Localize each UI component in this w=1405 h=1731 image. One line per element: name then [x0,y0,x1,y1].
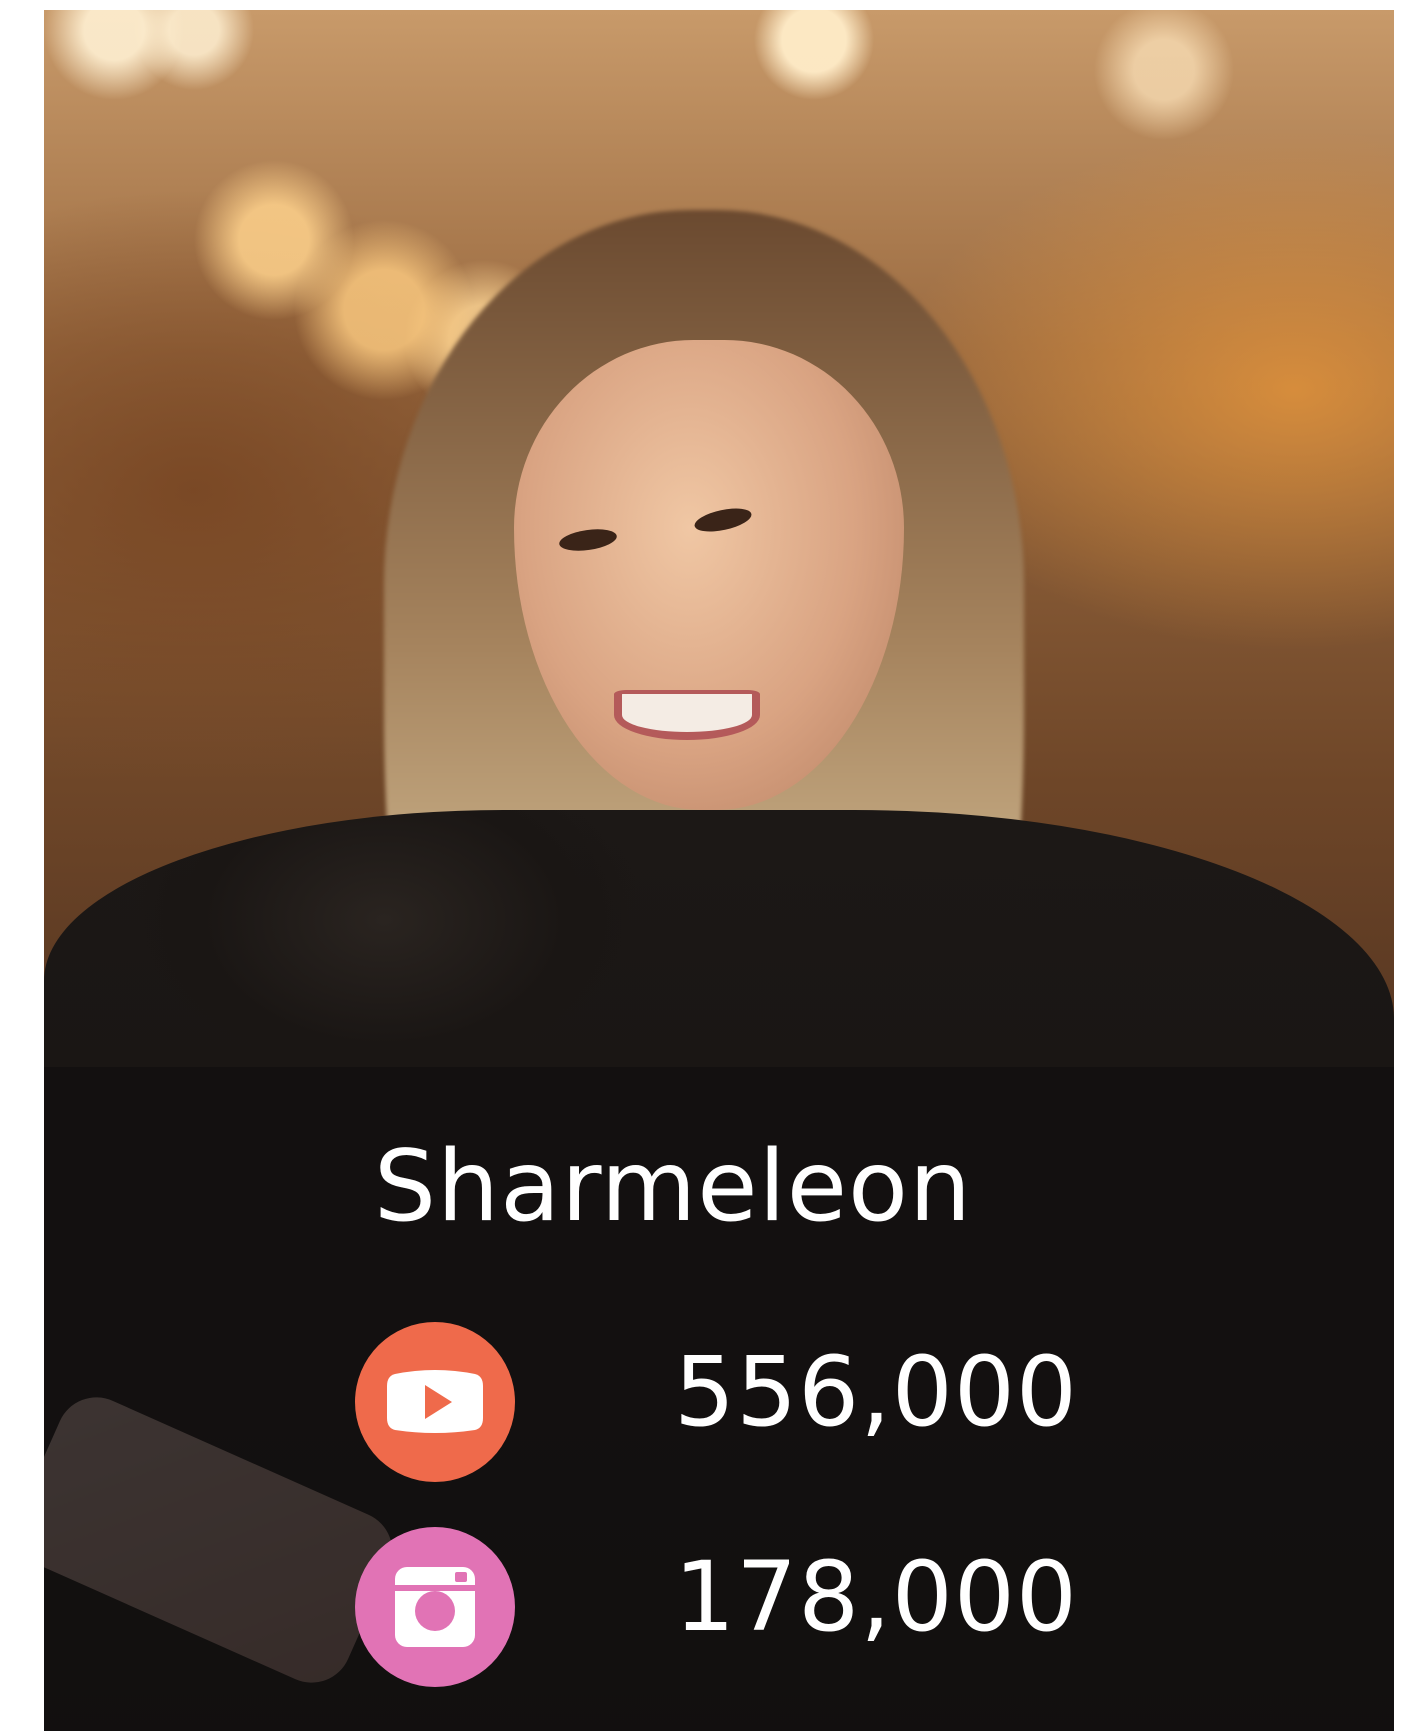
influencer-card[interactable]: Sharmeleon 556,000 178,000 [44,10,1394,1731]
influencer-name: Sharmeleon [373,1130,973,1244]
youtube-icon[interactable] [355,1322,515,1482]
instagram-stat[interactable]: 178,000 [44,1527,1394,1687]
photo-mouth [614,690,760,740]
youtube-subscriber-count: 556,000 [674,1336,1078,1448]
youtube-stat[interactable]: 556,000 [44,1322,1394,1482]
instagram-icon[interactable] [355,1527,515,1687]
instagram-follower-count: 178,000 [674,1541,1078,1653]
